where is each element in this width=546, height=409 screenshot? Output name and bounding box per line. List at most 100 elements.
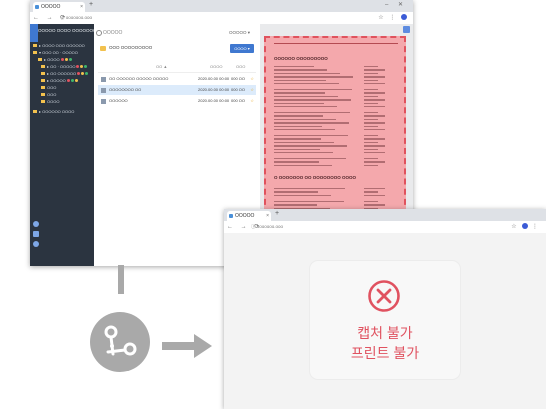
status-dot-icon [64,58,68,61]
window-controls[interactable]: – ✕ [385,1,407,8]
capture-tool-icon [90,312,150,372]
tree-item[interactable]: OOOO [33,98,93,105]
star-icon[interactable]: ☆ [250,74,254,84]
close-tab-icon[interactable]: × [80,2,83,12]
document-text-line [364,99,385,101]
star-icon[interactable]: ☆ [250,85,254,95]
document-text-line [274,158,346,160]
capture-blocked-text: 캡처 불가 [357,325,413,341]
tree-item[interactable]: ▸ OO OOOOOO [33,70,93,77]
document-text-line [364,95,378,98]
tree-item[interactable]: OOO [33,84,93,91]
document-text-line [274,79,326,81]
upload-button[interactable]: OOOO ▾ [230,44,254,53]
document-text-line [274,118,336,121]
app-logo [30,24,38,42]
document-text-line [364,89,378,91]
tree-item[interactable]: ▸ OOOO OOO OOOOOO [33,42,93,49]
close-tab-icon[interactable]: × [266,211,269,221]
tree-item[interactable]: ▸ OOOOOO OOOO [33,108,93,115]
document-text-line [364,66,378,68]
file-name: OOOOOO [109,98,128,103]
tree-item[interactable]: ▸ OOOOO [33,77,93,84]
status-dot-icon [70,79,74,82]
status-dot-icon [74,79,78,82]
col-date[interactable]: OOOO [210,64,222,69]
file-date: 2020.00.00 00:00 [198,87,230,92]
search-icon [96,30,102,36]
connector-line [118,265,124,294]
blocked-x-icon [368,280,400,312]
tree-item[interactable]: ▸ OO · OOOOO [33,63,93,70]
favicon-icon [35,5,39,9]
document-text-line [364,164,378,167]
tree-item[interactable]: OOO [33,91,93,98]
arrow-right-icon [162,334,212,358]
document-text-line [364,122,385,124]
document-text-line [274,95,338,98]
new-tab-icon[interactable]: + [275,210,279,217]
file-date: 2020.00.00 00:00 [198,76,230,81]
folder-icon [41,100,45,104]
capture-blocked-notice: 캡처 불가 프린트 불가 [310,261,460,379]
profile-avatar[interactable] [522,223,529,230]
sidebar-title: OOOOO OOOO OOOOOOOO [38,28,101,33]
col-size[interactable]: OOO [236,64,245,69]
tab-title: OOOOO [41,4,61,10]
status-dot-icon [76,65,80,68]
col-name[interactable]: OO ▲ [156,64,167,69]
document-text-line [274,191,318,193]
document-text-line [364,125,378,127]
front-browser-window: OOOOO × + ← → ⟳ ⓘ ooooooo.ooo ☆ ⋮ 캡처 불가 … [224,209,546,409]
document-text-line [274,138,321,140]
help-icon[interactable] [33,241,39,247]
file-row[interactable]: OOOOOOOO OO 2020.00.00 00:00 000 OO ☆ [98,85,256,95]
file-size: 000 OO [231,98,246,103]
document-text-line [364,194,385,197]
url-field[interactable]: ⓘ ooooooo.ooo [251,224,283,230]
document-text-line [364,158,378,160]
document-text-line [274,188,345,190]
file-size: 000 OO [231,87,246,92]
tree-item-label: ▸ OOOO [44,57,60,62]
folder-icon [41,79,45,83]
sort-dropdown[interactable]: OOOOO ▾ [229,30,250,36]
tree-item[interactable]: ▾ OOO OO · OOOOO [33,49,93,56]
trash-icon[interactable] [33,231,39,237]
document-text-line [274,135,348,137]
file-row[interactable]: OO OOOOOO OOOOO OOOOO 2020.00.00 00:00 0… [98,74,256,84]
folder-icon [41,72,45,76]
url-field[interactable]: ⓘ ooooooo.ooo [60,15,92,21]
extension-icons[interactable]: ☆ ⋮ [378,14,407,21]
favicon-icon [229,214,233,218]
tree-item[interactable]: ▸ OOOO [33,56,93,63]
status-dot-icon [68,58,72,61]
page-content: 캡처 불가 프린트 불가 [224,233,546,409]
document-text-line [364,69,385,71]
tab-bar: OOOOO × + – ✕ [30,0,413,12]
tree-item-label: ▾ OOO OO · OOOOO [39,50,78,55]
file-row[interactable]: OOOOOO 2020.00.00 00:00 000 OO ☆ [98,96,256,106]
file-date: 2020.00.00 00:00 [198,98,230,103]
status-dot-icon [80,65,84,68]
browser-tab[interactable]: OOOOO × [33,2,85,12]
document-text-line [364,145,385,147]
document-text-line [364,148,378,150]
new-tab-icon[interactable]: + [89,1,93,8]
star-icon[interactable]: ☆ [250,96,254,106]
document-text-line [274,102,324,104]
browser-tab[interactable]: OOOOO × [227,211,271,221]
sidebar: OOOOO OOOO OOOOOOOO ▸ OOOO OOO OOOOOO ▾ … [30,24,100,266]
document-text-line [274,200,344,203]
document-text-line [274,69,327,71]
expand-icon[interactable] [403,26,410,33]
status-dot-icon [85,72,89,75]
settings-icon[interactable] [33,221,39,227]
document-text-line [274,112,350,114]
document-text-line [274,145,347,147]
file-icon [101,88,106,93]
extension-icons[interactable]: ☆ ⋮ [511,223,540,230]
profile-avatar[interactable] [401,14,407,21]
search-input[interactable]: OOOOO [103,30,122,36]
folder-icon [41,86,45,90]
